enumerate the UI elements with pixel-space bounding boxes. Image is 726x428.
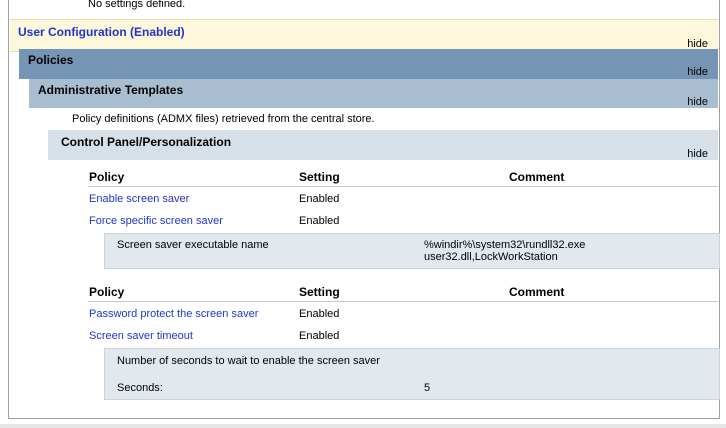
no-settings-text: No settings defined. [88,0,186,10]
table1-header-setting: Setting [299,170,340,184]
setting-value: Enabled [299,193,340,205]
detail-value-line2: user32.dll,LockWorkStation [424,251,558,263]
user-configuration-header[interactable]: User Configuration (Enabled) hide [10,19,718,52]
administrative-templates-header[interactable]: Administrative Templates hide [29,79,718,108]
screen-saver-timeout-detail: Number of seconds to wait to enable the … [104,348,720,400]
policy-link-enable-screen-saver[interactable]: Enable screen saver [89,193,189,205]
setting-value: Enabled [299,308,340,320]
policies-title: Policies [28,53,74,67]
policy-link-screen-saver-timeout[interactable]: Screen saver timeout [89,330,193,342]
administrative-templates-hide-link[interactable]: hide [687,96,708,108]
policies-header[interactable]: Policies hide [19,49,718,79]
table1-header-rule [88,186,718,187]
table2-header-policy: Policy [89,285,125,299]
seconds-label: Seconds: [117,382,163,394]
horizontal-scrollbar[interactable] [0,424,726,428]
control-panel-personalization-hide-link[interactable]: hide [687,148,708,160]
detail-value-line1: %windir%\system32\rundll32.exe [424,239,586,251]
table1-header-comment: Comment [509,170,565,184]
detail-label: Number of seconds to wait to enable the … [117,355,380,367]
administrative-templates-title: Administrative Templates [38,83,184,97]
table2-header-comment: Comment [509,285,565,299]
setting-value: Enabled [299,215,340,227]
detail-label: Screen saver executable name [117,239,269,251]
admx-note: Policy definitions (ADMX files) retrieve… [72,113,375,125]
screen-saver-executable-detail: Screen saver executable name %windir%\sy… [104,233,720,269]
control-panel-personalization-header[interactable]: Control Panel/Personalization hide [48,130,718,160]
policy-link-force-specific-screen-saver[interactable]: Force specific screen saver [89,215,223,227]
setting-value: Enabled [299,330,340,342]
seconds-value: 5 [424,382,431,394]
user-configuration-title: User Configuration (Enabled) [18,25,185,39]
table2-header-rule [88,301,718,302]
table1-header-policy: Policy [89,170,125,184]
table2-header-setting: Setting [299,285,340,299]
control-panel-personalization-title: Control Panel/Personalization [61,135,232,149]
policies-hide-link[interactable]: hide [687,66,708,78]
policy-link-password-protect-screen-saver[interactable]: Password protect the screen saver [89,308,258,320]
